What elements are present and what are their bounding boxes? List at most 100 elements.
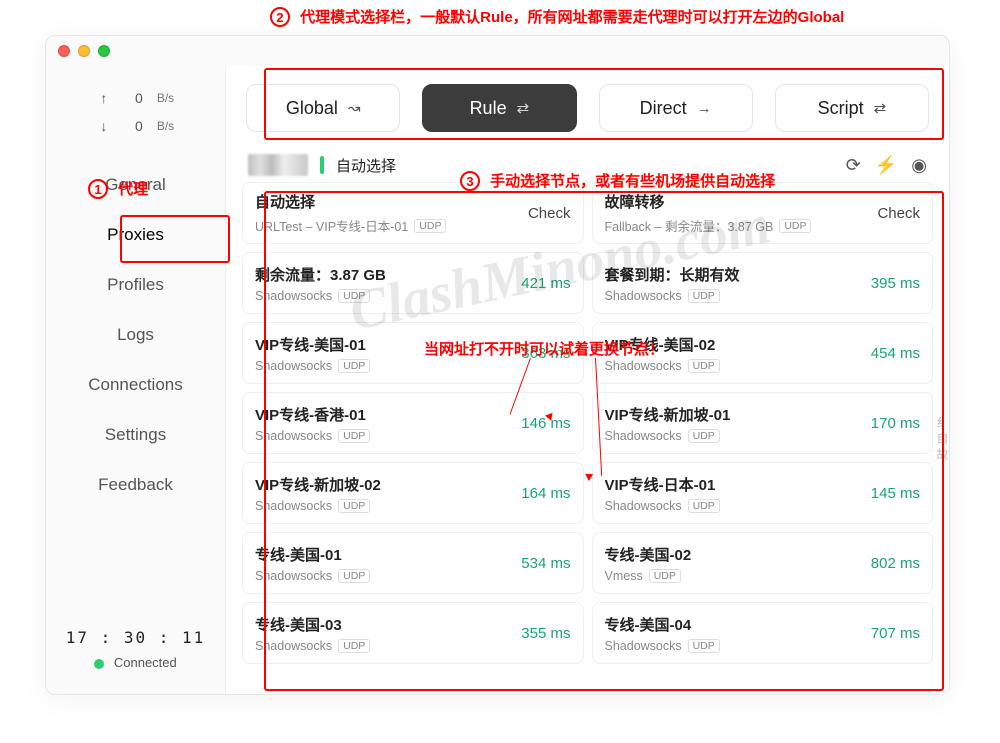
proxy-card[interactable]: 自动选择URLTest – VIP专线-日本-01UDPCheck <box>242 182 584 244</box>
proxy-name: VIP专线-新加坡-01 <box>605 404 731 425</box>
window-titlebar <box>46 36 949 66</box>
refresh-icon[interactable]: ⟳ <box>846 155 861 176</box>
speedtest-icon[interactable]: ⚡ <box>875 155 897 176</box>
mode-label: Rule <box>470 98 507 119</box>
proxy-protocol: URLTest – VIP专线-日本-01 <box>255 216 408 235</box>
proxy-meta: Shadowsocks UDP <box>255 359 370 373</box>
upload-arrow-icon: ↑ <box>97 90 111 106</box>
proxy-card[interactable]: 专线-美国-02VmessUDP802 ms <box>592 532 934 594</box>
udp-badge: UDP <box>688 499 720 513</box>
sidebar-item-feedback[interactable]: Feedback <box>46 460 225 510</box>
minimize-icon[interactable] <box>78 45 90 57</box>
sidebar-nav: GeneralProxiesProfilesLogsConnectionsSet… <box>46 160 225 510</box>
group-accent-icon <box>320 156 324 174</box>
proxy-meta: Shadowsocks UDP <box>255 569 370 583</box>
udp-badge: UDP <box>338 289 370 303</box>
proxy-card[interactable]: VIP专线-香港-01ShadowsocksUDP146 ms <box>242 392 584 454</box>
status-dot-icon <box>94 659 104 669</box>
proxy-latency: 145 ms <box>871 485 920 502</box>
mode-button-rule[interactable]: Rule⇄ <box>422 84 576 132</box>
udp-badge: UDP <box>338 359 370 373</box>
proxy-meta: Shadowsocks UDP <box>255 289 386 303</box>
sidebar-item-profiles[interactable]: Profiles <box>46 260 225 310</box>
proxy-protocol: Shadowsocks <box>605 499 682 513</box>
udp-badge: UDP <box>688 359 720 373</box>
annotation-3: 3 手动选择节点，或者有些机场提供自动选择 <box>460 170 775 191</box>
proxy-grid: 自动选择URLTest – VIP专线-日本-01UDPCheck故障转移Fal… <box>226 182 949 674</box>
proxy-check-button[interactable]: Check <box>528 205 571 222</box>
sidebar-item-settings[interactable]: Settings <box>46 410 225 460</box>
sidebar-item-proxies[interactable]: Proxies <box>46 210 225 260</box>
proxy-latency: 421 ms <box>521 275 570 292</box>
mode-button-direct[interactable]: Direct→ <box>599 84 753 132</box>
proxy-meta: Shadowsocks UDP <box>605 639 720 653</box>
proxy-meta: Fallback – 剩余流量：3.87 GB UDP <box>605 216 812 235</box>
proxy-meta: Shadowsocks UDP <box>605 429 731 443</box>
udp-badge: UDP <box>649 569 681 583</box>
speed-indicator: ↑ 0 B/s ↓ 0 B/s <box>46 66 225 160</box>
proxy-card[interactable]: 故障转移Fallback – 剩余流量：3.87 GBUDPCheck <box>592 182 934 244</box>
proxy-check-button[interactable]: Check <box>877 205 920 222</box>
proxy-meta: Shadowsocks UDP <box>605 359 720 373</box>
annotation-2: 2 代理模式选择栏，一般默认Rule，所有网址都需要走代理时可以打开左边的Glo… <box>270 6 844 27</box>
proxy-name: 专线-美国-03 <box>255 614 370 635</box>
group-name-blurred <box>248 154 308 176</box>
proxy-protocol: Shadowsocks <box>255 569 332 583</box>
proxy-latency: 454 ms <box>871 345 920 362</box>
uptime: 17 : 30 : 11 <box>46 628 225 647</box>
udp-badge: UDP <box>338 569 370 583</box>
proxy-protocol: Shadowsocks <box>605 289 682 303</box>
udp-badge: UDP <box>779 219 811 233</box>
proxy-card[interactable]: VIP专线-日本-01ShadowsocksUDP145 ms <box>592 462 934 524</box>
maximize-icon[interactable] <box>98 45 110 57</box>
proxy-latency: 146 ms <box>521 415 570 432</box>
proxy-latency: 802 ms <box>871 555 920 572</box>
proxy-meta: URLTest – VIP专线-日本-01 UDP <box>255 216 446 235</box>
connection-status: Connected <box>46 655 225 670</box>
proxy-card[interactable]: 专线-美国-03ShadowsocksUDP355 ms <box>242 602 584 664</box>
udp-badge: UDP <box>414 219 446 233</box>
udp-badge: UDP <box>688 429 720 443</box>
proxy-name: VIP专线-香港-01 <box>255 404 370 425</box>
sidebar-item-connections[interactable]: Connections <box>46 360 225 410</box>
sidebar-footer: 17 : 30 : 11 Connected <box>46 628 225 694</box>
proxy-name: VIP专线-美国-01 <box>255 334 370 355</box>
proxy-protocol: Shadowsocks <box>255 499 332 513</box>
close-icon[interactable] <box>58 45 70 57</box>
proxy-meta: Shadowsocks UDP <box>605 499 720 513</box>
proxy-card[interactable]: 专线-美国-01 Shadowsocks UDP 534 ms <box>242 532 584 594</box>
mode-glyph-icon: ⇄ <box>874 99 887 117</box>
proxy-protocol: Fallback – 剩余流量：3.87 GB <box>605 216 774 235</box>
proxy-card[interactable]: VIP专线-新加坡-01 Shadowsocks UDP 170 ms <box>592 392 934 454</box>
mode-button-global[interactable]: Global↝ <box>246 84 400 132</box>
proxy-protocol: Shadowsocks <box>605 359 682 373</box>
download-unit: B/s <box>157 119 174 133</box>
proxy-card[interactable]: 剩余流量：3.87 GB Shadowsocks UDP 421 ms <box>242 252 584 314</box>
edge-decorative-text: 纟自故 <box>934 416 950 464</box>
sidebar-item-logs[interactable]: Logs <box>46 310 225 360</box>
udp-badge: UDP <box>338 499 370 513</box>
proxy-card[interactable]: VIP专线-新加坡-02ShadowsocksUDP164 ms <box>242 462 584 524</box>
proxy-latency: 170 ms <box>871 415 920 432</box>
proxy-protocol: Shadowsocks <box>605 639 682 653</box>
app-window: ↑ 0 B/s ↓ 0 B/s GeneralProxiesProfilesLo… <box>45 35 950 695</box>
proxy-protocol: Shadowsocks <box>255 429 332 443</box>
proxy-name: 专线-美国-01 <box>255 544 370 565</box>
proxy-card[interactable]: 专线-美国-04ShadowsocksUDP707 ms <box>592 602 934 664</box>
proxy-protocol: Shadowsocks <box>605 429 682 443</box>
mode-glyph-icon: → <box>697 100 712 117</box>
download-speed: 0 <box>125 118 143 134</box>
proxy-protocol: Shadowsocks <box>255 289 332 303</box>
udp-badge: UDP <box>688 639 720 653</box>
proxy-latency: 707 ms <box>871 625 920 642</box>
proxy-latency: 164 ms <box>521 485 570 502</box>
group-selected-proxy: 自动选择 <box>336 155 396 176</box>
proxy-protocol: Shadowsocks <box>255 359 332 373</box>
upload-speed: 0 <box>125 90 143 106</box>
visibility-icon[interactable]: ◉ <box>911 155 927 176</box>
proxy-card[interactable]: 套餐到期：长期有效ShadowsocksUDP395 ms <box>592 252 934 314</box>
proxy-name: 剩余流量：3.87 GB <box>255 264 386 285</box>
mode-button-script[interactable]: Script⇄ <box>775 84 929 132</box>
proxy-meta: ShadowsocksUDP <box>255 639 370 653</box>
proxy-latency: 534 ms <box>521 555 570 572</box>
